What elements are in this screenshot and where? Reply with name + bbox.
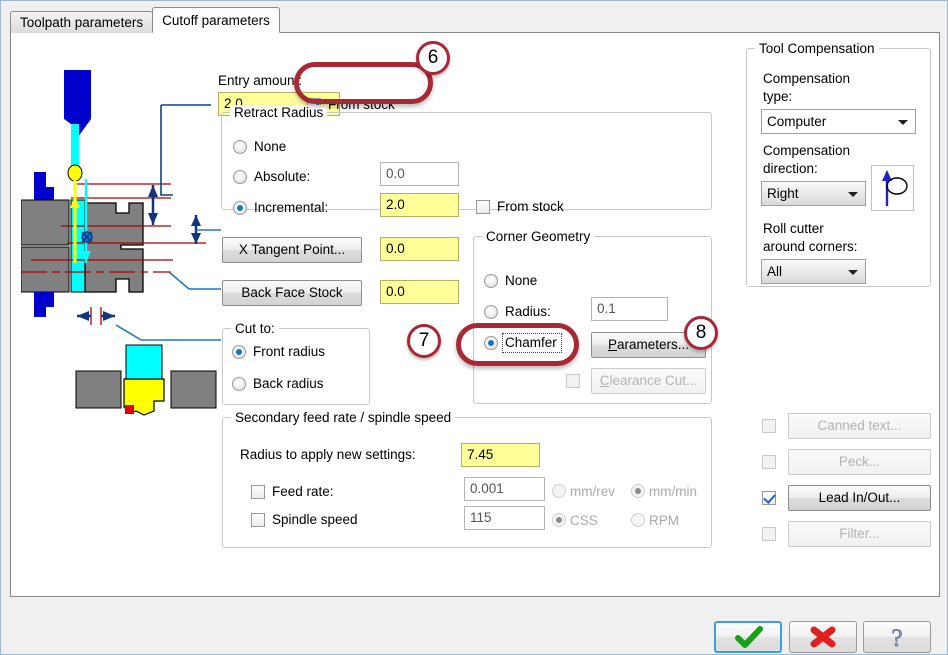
retract-radius-absolute-label[interactable]: Absolute: <box>254 169 310 184</box>
corner-geometry-radius-input[interactable]: 0.1 <box>591 297 668 321</box>
roll-cutter-combo[interactable]: All <box>761 259 866 284</box>
parameters-button-rest: arameters... <box>616 337 690 352</box>
feed-unit-mmmin-label: mm/min <box>649 484 697 499</box>
cancel-button[interactable] <box>789 621 857 653</box>
back-face-stock-button[interactable]: Back Face Stock <box>222 280 362 306</box>
clearance-cut-checkbox <box>566 374 580 388</box>
spindle-speed-checkbox[interactable] <box>251 513 265 527</box>
entry-from-stock-label[interactable]: From stock <box>328 97 395 112</box>
lead-in-out-button[interactable]: Lead In/Out... <box>788 485 931 511</box>
spindle-speed-input[interactable]: 115 <box>464 506 545 530</box>
chevron-down-icon[interactable] <box>848 270 858 275</box>
retract-radius-absolute-input[interactable]: 0.0 <box>380 162 459 186</box>
tool-compensation-group-label: Tool Compensation <box>755 41 879 56</box>
retract-radius-incremental-input[interactable]: 2.0 <box>380 193 459 217</box>
compensation-direction-preview <box>871 165 914 211</box>
compensation-type-label-line2: type: <box>763 89 793 104</box>
retract-from-stock-checkbox[interactable] <box>476 200 490 214</box>
compensation-direction-combo[interactable]: Right <box>761 181 866 206</box>
compensation-direction-value: Right <box>767 186 799 201</box>
retract-radius-incremental-label[interactable]: Incremental: <box>254 200 328 215</box>
svg-text:?: ? <box>891 625 902 652</box>
peck-checkbox <box>762 455 776 469</box>
tab-cutoff-parameters[interactable]: Cutoff parameters <box>152 7 280 33</box>
back-face-stock-input[interactable]: 0.0 <box>380 280 459 304</box>
retract-from-stock-label[interactable]: From stock <box>497 199 564 214</box>
clearance-cut-button: Clearance Cut... <box>591 368 706 394</box>
compensation-direction-label-line2: direction: <box>763 161 818 176</box>
spindle-unit-css-label: CSS <box>570 513 598 528</box>
corner-geometry-group-label: Corner Geometry <box>482 229 595 244</box>
corner-geometry-radius-radio[interactable] <box>484 305 498 319</box>
roll-cutter-label-line2: around corners: <box>763 239 858 254</box>
corner-geometry-chamfer-radio[interactable] <box>484 336 498 350</box>
canned-text-checkbox <box>762 419 776 433</box>
lead-in-out-checkbox[interactable] <box>762 491 776 505</box>
retract-radius-absolute-radio[interactable] <box>233 170 247 184</box>
cut-to-back-radius-label[interactable]: Back radius <box>253 376 324 391</box>
roll-cutter-label-line1: Roll cutter <box>763 221 824 236</box>
chevron-down-icon[interactable] <box>898 120 908 125</box>
question-icon: ? <box>891 625 903 653</box>
corner-geometry-none-label[interactable]: None <box>505 273 537 288</box>
compensation-direction-icon <box>882 170 908 206</box>
parameters-accel-letter: P <box>607 337 617 352</box>
clearance-cut-button-rest: learance Cut... <box>609 373 698 388</box>
spindle-unit-rpm-radio <box>631 513 645 527</box>
spindle-unit-css-radio <box>552 513 566 527</box>
check-icon <box>735 626 763 648</box>
retract-radius-incremental-radio[interactable] <box>233 201 247 215</box>
annotation-badge-7: 7 <box>407 324 441 358</box>
compensation-type-combo[interactable]: Computer <box>761 109 916 134</box>
help-button[interactable]: ? <box>863 621 931 653</box>
cross-icon <box>810 626 836 648</box>
clearance-cut-accel-letter: C <box>599 373 610 388</box>
corner-geometry-chamfer-label[interactable]: Chamfer <box>505 335 557 350</box>
secondary-radius-label: Radius to apply new settings: <box>240 447 416 462</box>
spindle-speed-label[interactable]: Spindle speed <box>272 512 358 527</box>
retract-radius-none-radio[interactable] <box>233 140 247 154</box>
feed-rate-input[interactable]: 0.001 <box>464 477 545 501</box>
spindle-unit-rpm-label: RPM <box>649 513 679 528</box>
retract-radius-none-label[interactable]: None <box>254 139 286 154</box>
filter-button: Filter... <box>788 521 931 547</box>
annotation-badge-8: 8 <box>684 316 718 350</box>
feed-unit-mmrev-label: mm/rev <box>570 484 615 499</box>
canned-text-button: Canned text... <box>788 413 931 439</box>
cut-to-group: Cut to: <box>222 321 370 405</box>
roll-cutter-value: All <box>767 264 783 279</box>
compensation-type-value: Computer <box>767 114 827 129</box>
x-tangent-point-input[interactable]: 0.0 <box>380 237 459 261</box>
feed-unit-mmmin-radio <box>631 484 645 498</box>
cut-to-front-radius-radio[interactable] <box>232 345 246 359</box>
retract-radius-group-label: Retract Radius <box>230 105 328 120</box>
compensation-type-label-line1: Compensation <box>763 71 851 86</box>
tab-strip: Toolpath parameters Cutoff parameters <box>10 7 280 33</box>
peck-button: Peck... <box>788 449 931 475</box>
chevron-down-icon[interactable] <box>848 192 858 197</box>
retract-radius-group: Retract Radius <box>221 105 712 210</box>
feed-rate-checkbox[interactable] <box>251 485 265 499</box>
tab-toolpath-parameters[interactable]: Toolpath parameters <box>10 11 154 33</box>
annotation-badge-6: 6 <box>416 41 450 75</box>
corner-geometry-none-radio[interactable] <box>484 274 498 288</box>
lathe-cutoff-diagram <box>21 70 221 416</box>
secondary-feed-group-label: Secondary feed rate / spindle speed <box>231 410 456 425</box>
filter-checkbox <box>762 527 776 541</box>
compensation-direction-label-line1: Compensation <box>763 143 851 158</box>
x-tangent-point-button[interactable]: X Tangent Point... <box>222 237 362 263</box>
ok-button[interactable] <box>714 621 782 653</box>
tab-page-cutoff-parameters: Entry amount: 2.0 From stock Retract Rad… <box>10 32 940 597</box>
cut-to-group-label: Cut to: <box>231 321 279 336</box>
feed-unit-mmrev-radio <box>552 484 566 498</box>
secondary-radius-input[interactable]: 7.45 <box>461 443 540 467</box>
cut-to-back-radius-radio[interactable] <box>232 377 246 391</box>
cut-to-front-radius-label[interactable]: Front radius <box>253 344 325 359</box>
feed-rate-label[interactable]: Feed rate: <box>272 484 334 499</box>
dialog-window: Toolpath parameters Cutoff parameters En… <box>0 0 948 655</box>
corner-geometry-radius-label[interactable]: Radius: <box>505 304 551 319</box>
entry-amount-label: Entry amount: <box>218 73 303 88</box>
